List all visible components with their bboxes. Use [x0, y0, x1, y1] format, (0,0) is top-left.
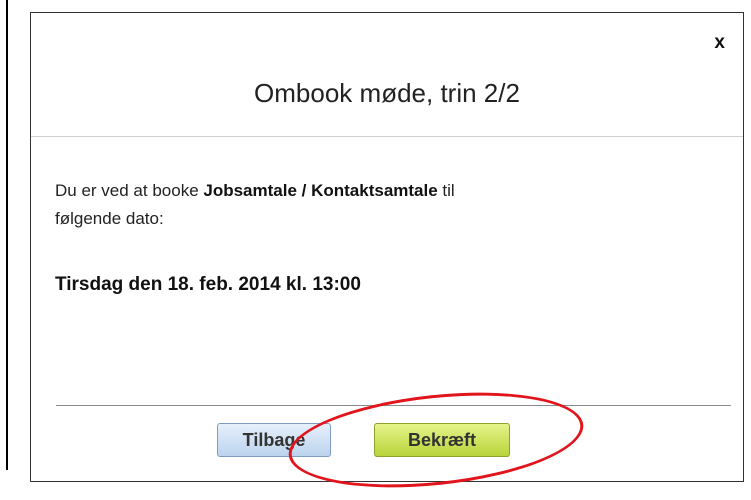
back-button[interactable]: Tilbage	[217, 423, 331, 457]
message-suffix: til	[437, 181, 455, 200]
confirm-button[interactable]: Bekræft	[374, 423, 510, 457]
message-prefix: Du er ved at booke	[55, 181, 204, 200]
dialog-message: Du er ved at booke Jobsamtale / Kontakts…	[55, 177, 695, 233]
page-left-border	[6, 0, 8, 470]
dialog-title: Ombook møde, trin 2/2	[254, 78, 520, 108]
footer-divider	[56, 405, 731, 406]
meeting-date: Tirsdag den 18. feb. 2014 kl. 13:00	[55, 274, 361, 295]
title-divider	[31, 136, 743, 137]
meeting-type: Jobsamtale / Kontaktsamtale	[203, 181, 438, 200]
rebook-dialog: x Ombook møde, trin 2/2 Du er ved at boo…	[30, 12, 744, 482]
message-line2: følgende dato:	[55, 209, 164, 228]
close-icon[interactable]: x	[714, 33, 725, 52]
